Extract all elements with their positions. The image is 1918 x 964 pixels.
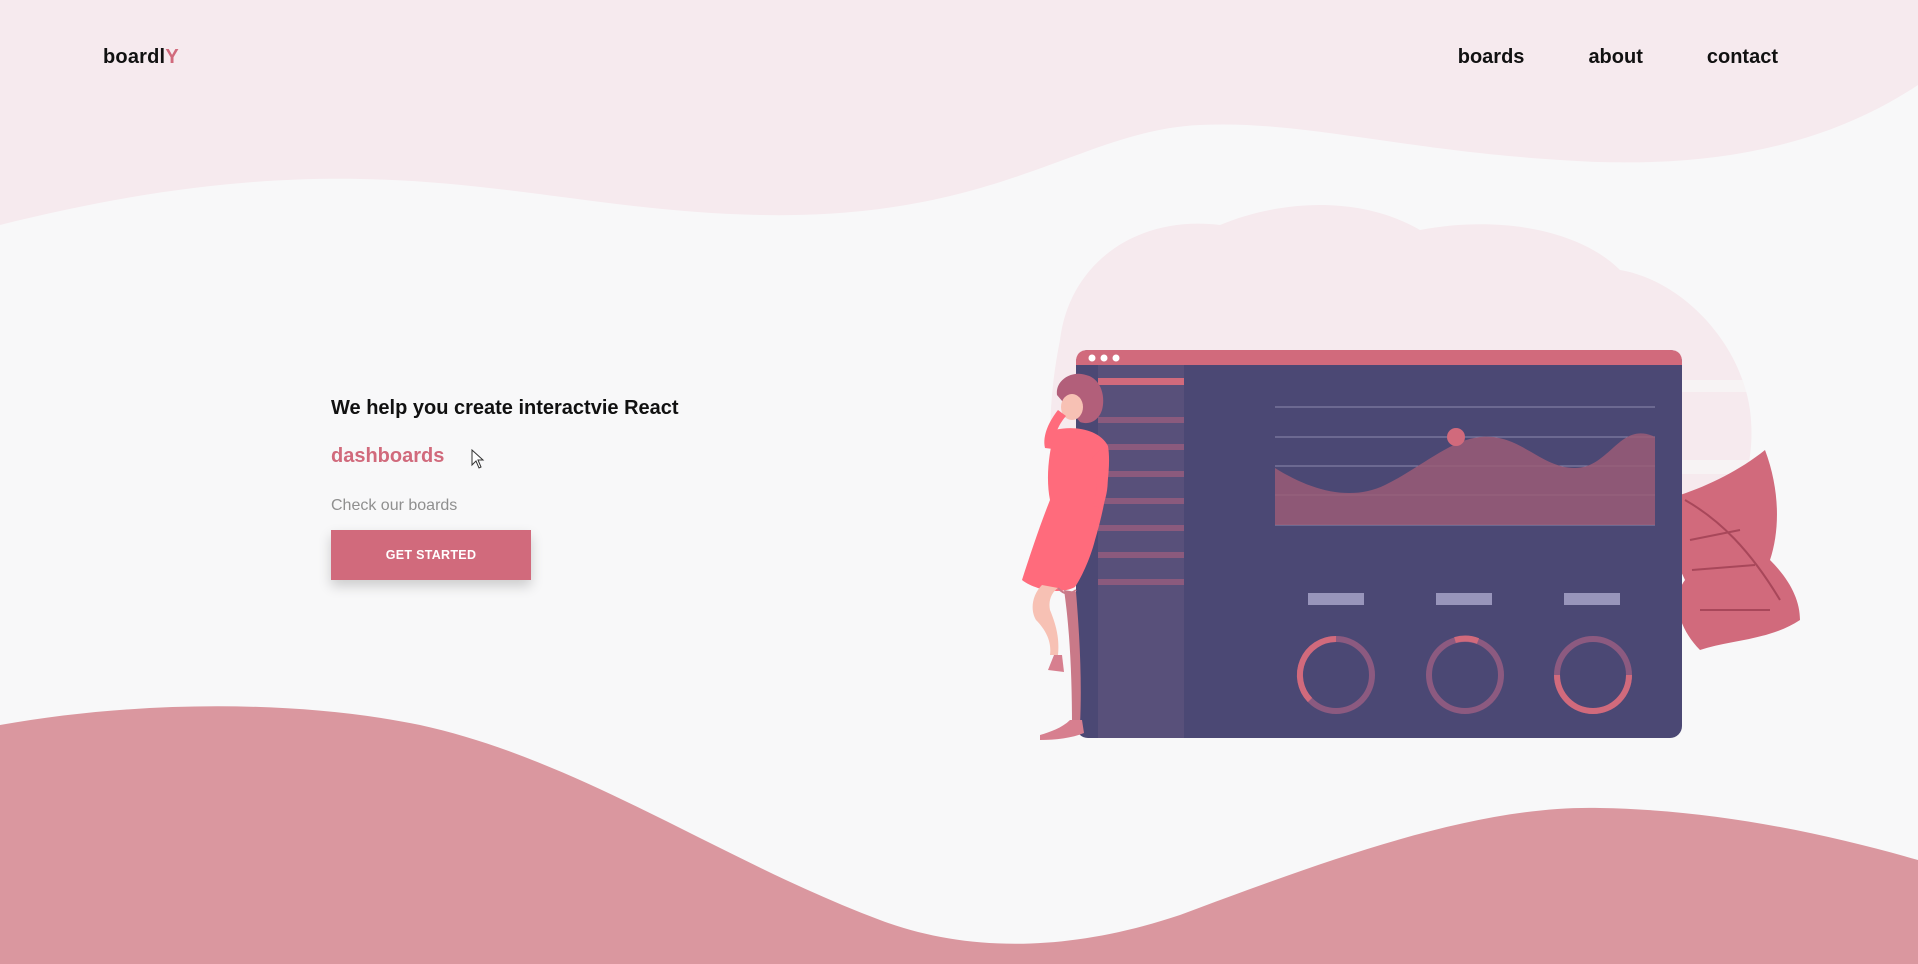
brand-name-accent: Y [165,46,179,68]
nav-link-boards[interactable]: boards [1458,46,1525,69]
hero-section: We help you create interactvie React das… [331,397,679,580]
nav-link-about[interactable]: about [1588,46,1642,69]
window-dot-icon [1112,354,1120,362]
brand-name: boardl [103,46,166,68]
dashboard-illustration [1022,205,1820,740]
hero-headline: We help you create interactvie React [331,397,679,419]
window-dot-icon [1100,354,1108,362]
brand-logo[interactable]: boardlY [103,46,179,69]
nav-links: boards about contact [1458,46,1778,69]
nav-link-contact[interactable]: contact [1707,46,1778,69]
hero-accent-word: dashboards [331,445,445,467]
dashboard-window [1076,350,1682,738]
hero-lead-text: Check our boards [331,497,458,514]
window-dot-icon [1088,354,1096,362]
get-started-button[interactable]: GET STARTED [331,530,531,580]
top-navbar: boardlY boards about contact [0,0,1918,118]
mouse-cursor-icon [471,449,485,469]
